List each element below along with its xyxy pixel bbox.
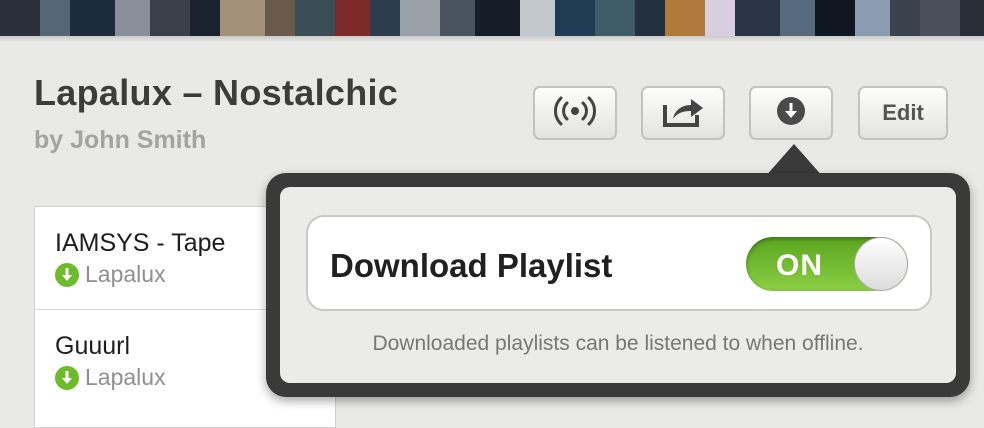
track-artist: Lapalux bbox=[85, 364, 166, 390]
download-icon bbox=[776, 96, 806, 131]
playlist-title: Lapalux – Nostalchic bbox=[34, 72, 399, 113]
downloaded-icon bbox=[55, 365, 79, 390]
popover-content: Download Playlist ON Downloaded playlist… bbox=[280, 187, 956, 383]
downloaded-icon bbox=[55, 262, 79, 287]
share-button[interactable] bbox=[641, 86, 725, 140]
track-meta: Lapalux bbox=[55, 261, 166, 288]
header-shadow bbox=[0, 36, 984, 42]
download-playlist-setting: Download Playlist ON bbox=[306, 215, 932, 311]
track-title: Guuurl bbox=[55, 332, 131, 360]
offline-hint: Downloaded playlists can be listened to … bbox=[372, 332, 864, 355]
track-title: IAMSYS - Tape bbox=[55, 229, 226, 257]
toggle-state-label: ON bbox=[776, 249, 823, 282]
track-artist: Lapalux bbox=[85, 261, 166, 287]
track-meta: Lapalux bbox=[55, 364, 166, 391]
download-popover: Download Playlist ON Downloaded playlist… bbox=[266, 173, 970, 397]
playlist-byline: by John Smith bbox=[34, 126, 207, 154]
cover-art-strip bbox=[0, 0, 984, 36]
broadcast-button[interactable] bbox=[533, 86, 617, 140]
share-icon bbox=[661, 95, 705, 132]
broadcast-icon bbox=[553, 96, 597, 131]
toggle-knob[interactable] bbox=[854, 237, 908, 291]
download-button[interactable] bbox=[749, 86, 833, 140]
download-toggle[interactable]: ON bbox=[746, 237, 908, 291]
edit-button[interactable]: Edit bbox=[858, 86, 948, 140]
setting-label: Download Playlist bbox=[330, 247, 613, 284]
